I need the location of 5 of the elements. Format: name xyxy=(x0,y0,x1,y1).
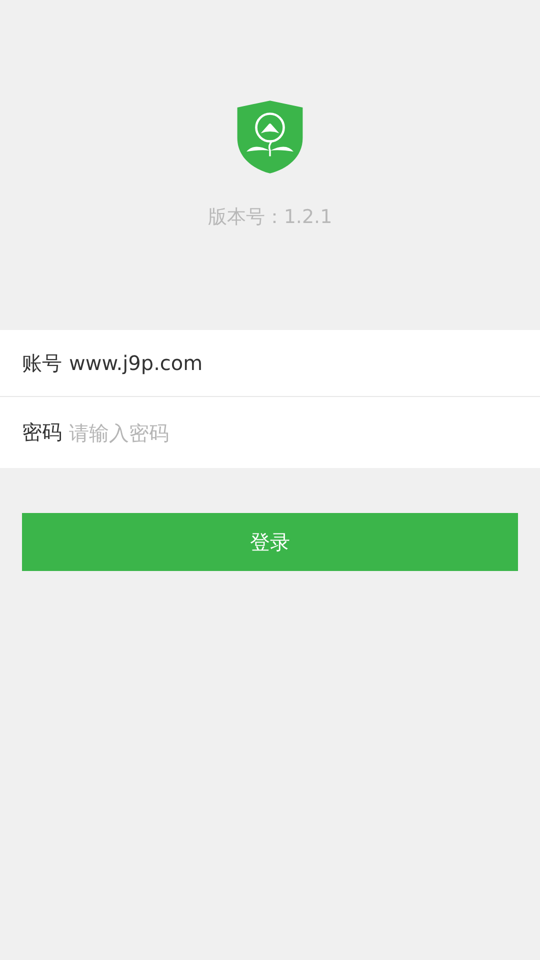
field-label: 账号 xyxy=(22,350,63,376)
version-label: 版本号：1.2.1 xyxy=(208,205,332,230)
account-field[interactable]: www.j9p.com xyxy=(68,351,518,375)
password-field[interactable]: 请输入密码 xyxy=(68,420,518,444)
field-label: 密码 xyxy=(22,419,63,446)
